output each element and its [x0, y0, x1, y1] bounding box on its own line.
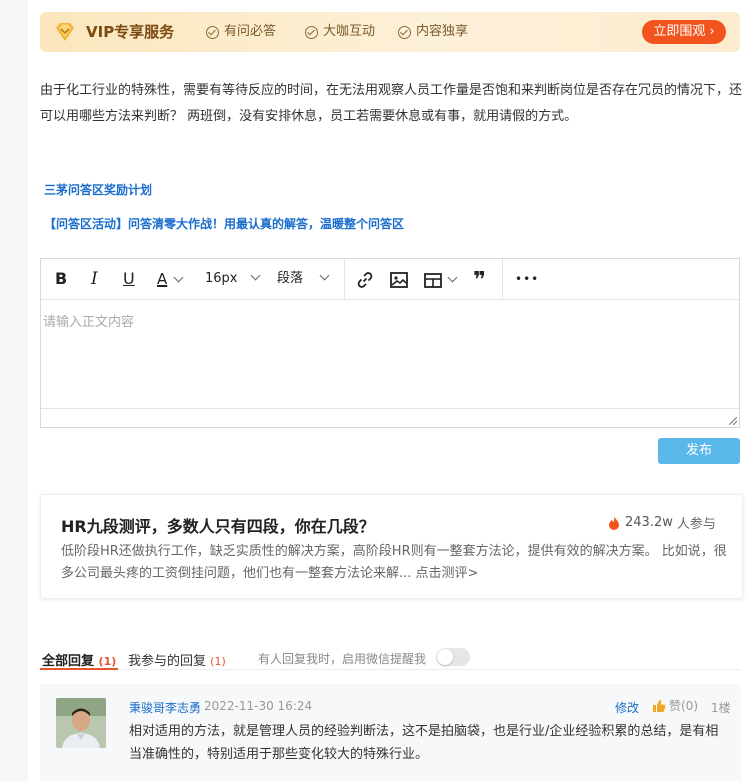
image-icon	[390, 271, 408, 288]
quote-button[interactable]: ❞	[473, 259, 486, 299]
tab-divider	[40, 669, 741, 670]
question-text: 由于化工行业的特殊性，需要有等待反应的时间，在无法用观察人员工作量是否饱和来判断…	[40, 83, 743, 124]
editor-footer	[41, 408, 739, 427]
promo-description: 低阶段HR还做执行工作，缺乏实质性的解决方案，高阶段HR则有一整套方法论，提供有…	[61, 544, 727, 581]
bold-button[interactable]: B	[55, 259, 67, 299]
table-icon	[424, 272, 442, 288]
toolbar-divider	[502, 259, 503, 299]
more-icon: •••	[515, 272, 540, 286]
editor-placeholder: 请输入正文内容	[43, 315, 135, 330]
toggle-knob	[437, 649, 453, 665]
table-button[interactable]	[423, 259, 458, 299]
chevron-down-icon	[173, 272, 184, 283]
wechat-notify-label: 有人回复我时，启用微信提醒我	[258, 652, 427, 666]
reply-text: 相对适用的方法，就是管理人员的经验判断法，这不是拍脑袋，也是行业/企业经验积累的…	[129, 724, 719, 762]
vip-cta-button[interactable]: 立即围观 ›	[642, 20, 726, 44]
font-size-select[interactable]: 16px	[205, 259, 260, 299]
image-button[interactable]	[389, 259, 409, 299]
editor-content-area[interactable]	[41, 300, 739, 408]
check-circle-icon	[398, 25, 411, 39]
reply-item: 秉骏哥李志勇 2022-11-30 16:24 修改 赞(0) 1楼 相对适用的…	[40, 684, 741, 781]
chevron-down-icon	[250, 270, 260, 281]
font-color-button[interactable]: A	[157, 259, 184, 299]
chevron-down-icon	[319, 270, 330, 281]
italic-button[interactable]: I	[91, 259, 98, 299]
resize-handle-icon[interactable]	[729, 417, 737, 425]
reply-time: 2022-11-30 16:24	[204, 699, 313, 713]
active-tab-indicator	[40, 668, 118, 670]
reply-author[interactable]: 秉骏哥李志勇	[129, 699, 201, 716]
quote-icon: ❞	[473, 268, 486, 293]
link-icon	[357, 271, 373, 288]
vip-feature: 有问必答	[206, 23, 276, 41]
fire-icon	[609, 515, 619, 530]
avatar[interactable]	[56, 698, 106, 748]
reward-plan-link[interactable]: 三茅问答区奖励计划	[44, 181, 152, 198]
thumbs-up-icon	[653, 699, 666, 712]
underline-button[interactable]: U	[123, 259, 135, 299]
vip-feature: 大咖互动	[305, 23, 375, 41]
activity-link[interactable]: 【问答区活动】问答清零大作战！用最认真的解答，温暖整个问答区	[44, 215, 404, 232]
wechat-notify-toggle[interactable]	[436, 648, 470, 666]
vip-diamond-icon	[56, 23, 74, 41]
font-color-icon: A	[157, 270, 168, 288]
check-circle-icon	[206, 25, 219, 39]
toolbar-divider	[344, 259, 345, 299]
user-avatar-icon	[56, 698, 106, 748]
block-type-select[interactable]: 段落	[277, 259, 330, 299]
edit-reply-link[interactable]: 修改	[615, 699, 639, 716]
chevron-down-icon	[447, 272, 458, 283]
vip-title: VIP专享服务	[86, 23, 175, 41]
vip-banner[interactable]: VIP专享服务 有问必答 大咖互动 内容独享 立即围观 ›	[40, 12, 740, 52]
promo-participants: 243.2w 人参与	[607, 513, 716, 532]
promo-title: HR九段测评，多数人只有四段，你在几段？	[61, 517, 375, 536]
publish-button[interactable]: 发布	[658, 438, 740, 464]
tab-all-replies[interactable]: 全部回复 (1)	[42, 650, 116, 669]
tab-my-replies[interactable]: 我参与的回复 (1)	[128, 650, 226, 669]
vip-feature: 内容独享	[398, 23, 468, 41]
more-button[interactable]: •••	[515, 259, 539, 299]
check-circle-icon	[305, 25, 318, 39]
reply-floor: 1楼	[711, 701, 731, 715]
editor-toolbar: B I U A 16px 段落 ❞ •••	[41, 259, 739, 300]
like-button[interactable]: 赞(0)	[652, 697, 698, 714]
link-button[interactable]	[355, 259, 375, 299]
rich-text-editor: B I U A 16px 段落 ❞ ••• 请输入正文内容	[40, 258, 740, 428]
promo-card[interactable]: HR九段测评，多数人只有四段，你在几段？ 243.2w 人参与 低阶段HR还做执…	[40, 494, 743, 599]
